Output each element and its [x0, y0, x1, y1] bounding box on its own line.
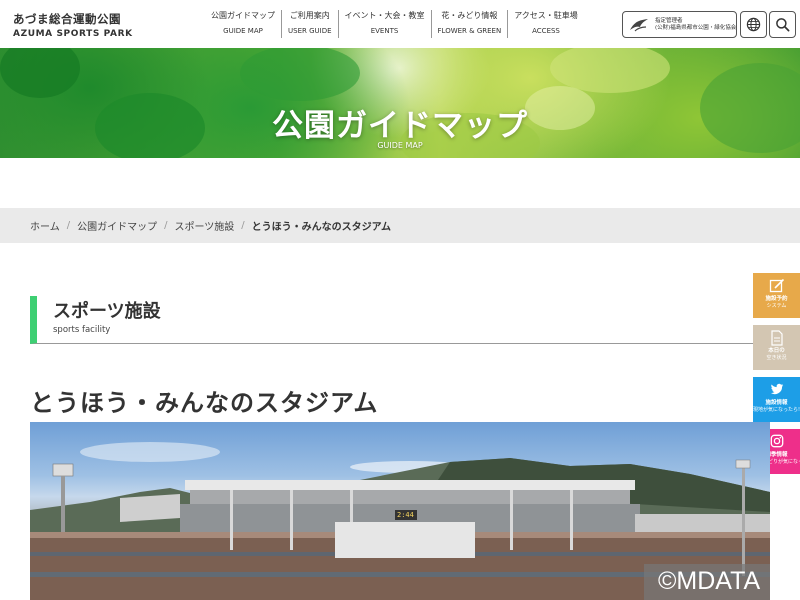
- side-button-label: 施設予約: [765, 296, 788, 302]
- nav-label-en: USER GUIDE: [288, 27, 332, 35]
- nav-item-user-guide[interactable]: ご利用案内 USER GUIDE: [281, 10, 338, 38]
- side-button-sublabel: システム: [766, 303, 787, 309]
- section-title: スポーツ施設: [53, 301, 161, 322]
- side-button-sublabel: 空き状況: [766, 355, 787, 361]
- nav-label-jp: アクセス・駐車場: [514, 11, 578, 20]
- breadcrumb-guide-map[interactable]: 公園ガイドマップ: [77, 218, 157, 233]
- language-button[interactable]: [740, 11, 767, 38]
- breadcrumb-home[interactable]: ホーム: [30, 218, 60, 233]
- nav-label-jp: ご利用案内: [289, 11, 330, 20]
- side-button-sublabel: 現地が気になったら!: [753, 407, 800, 413]
- breadcrumb-separator: /: [241, 220, 245, 231]
- breadcrumb: ホーム / 公園ガイドマップ / スポーツ施設 / とうほう・みんなのスタジアム: [0, 208, 800, 243]
- document-icon: [770, 330, 783, 346]
- stadium-photo: 2:44 ©MDATA: [30, 422, 770, 600]
- nav-item-guide-map[interactable]: 公園ガイドマップ GUIDE MAP: [205, 10, 281, 38]
- nav-label-en: EVENTS: [370, 27, 399, 35]
- edit-icon: [769, 278, 784, 293]
- copyright-watermark: ©MDATA: [644, 564, 770, 600]
- facility-info-button[interactable]: 施設情報 現地が気になったら!: [753, 377, 800, 422]
- site-header: あづま総合運動公園 AZUMA SPORTS PARK 公園ガイドマップ GUI…: [0, 0, 800, 48]
- breadcrumb-current: とうほう・みんなのスタジアム: [251, 222, 391, 233]
- availability-button[interactable]: 本日の 空き状況: [753, 325, 800, 370]
- breadcrumb-sports-facilities[interactable]: スポーツ施設: [174, 218, 234, 233]
- hero-banner: 公園ガイドマップ GUIDE MAP: [0, 48, 800, 158]
- main-nav: 公園ガイドマップ GUIDE MAP ご利用案内 USER GUIDE イベント…: [205, 10, 584, 38]
- section-heading: スポーツ施設 sports facility: [30, 296, 753, 344]
- nav-label-en: FLOWER & GREEN: [437, 27, 502, 35]
- nav-item-flower-green[interactable]: 花・みどり情報 FLOWER & GREEN: [430, 10, 508, 38]
- site-logo[interactable]: あづま総合運動公園 AZUMA SPORTS PARK: [13, 11, 133, 39]
- nav-item-events[interactable]: イベント・大会・教室 EVENTS: [337, 10, 431, 38]
- hero-subtitle: GUIDE MAP: [377, 141, 423, 150]
- nav-label-jp: イベント・大会・教室: [344, 11, 425, 20]
- manager-label: 指定管理者: [655, 17, 683, 24]
- search-button[interactable]: [769, 11, 796, 38]
- logo-japanese: あづま総合運動公園: [13, 12, 121, 26]
- page-title: とうほう・みんなのスタジアム: [30, 389, 379, 417]
- breadcrumb-separator: /: [164, 220, 168, 231]
- instagram-icon: [770, 434, 783, 448]
- bird-logo-icon: [630, 18, 648, 31]
- nav-item-access[interactable]: アクセス・駐車場 ACCESS: [507, 10, 584, 38]
- breadcrumb-separator: /: [66, 220, 71, 231]
- search-icon: [776, 18, 790, 32]
- manager-link-button[interactable]: 指定管理者 (公財)福島県都市公園・緑化協会: [622, 11, 737, 38]
- manager-org-name: (公財)福島県都市公園・緑化協会: [655, 24, 737, 31]
- nav-label-en: GUIDE MAP: [223, 27, 263, 35]
- scoreboard-clock: 2:44: [397, 511, 414, 519]
- nav-label-jp: 花・みどり情報: [441, 11, 498, 20]
- globe-icon: [746, 17, 761, 32]
- side-button-label: 施設情報: [765, 400, 788, 406]
- logo-english: AZUMA SPORTS PARK: [13, 29, 133, 39]
- nav-label-jp: 公園ガイドマップ: [211, 11, 275, 20]
- hero-title: 公園ガイドマップ: [272, 108, 528, 144]
- facility-reservation-button[interactable]: 施設予約 システム: [753, 273, 800, 318]
- section-subtitle: sports facility: [53, 325, 111, 335]
- watermark-text: ©MDATA: [658, 567, 761, 595]
- nav-label-en: ACCESS: [532, 27, 560, 35]
- side-button-label: 本日の: [768, 348, 785, 354]
- twitter-icon: [770, 383, 783, 395]
